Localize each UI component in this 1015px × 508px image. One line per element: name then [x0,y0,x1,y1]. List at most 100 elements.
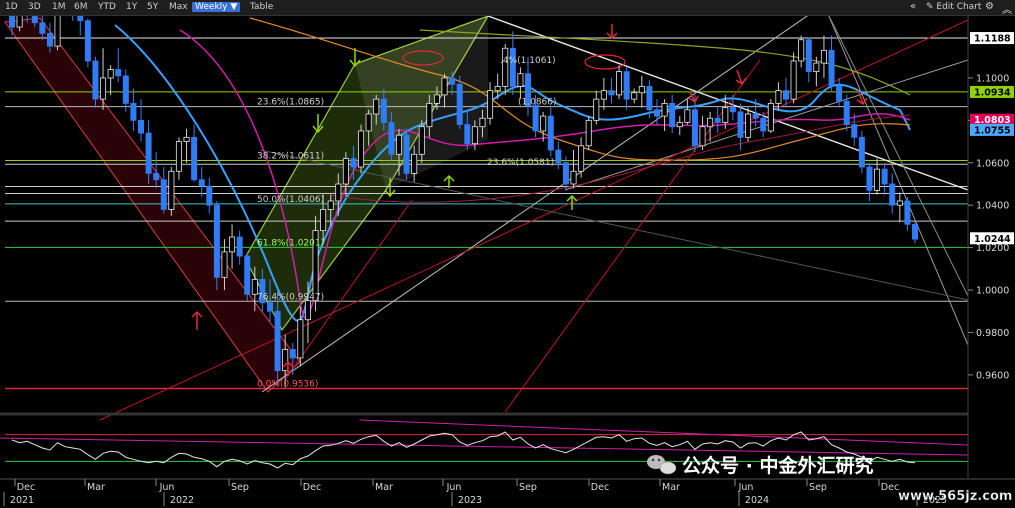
candle-down [805,39,812,72]
candle-down [669,102,676,128]
period-1d-button[interactable]: 1D [5,2,18,12]
period-6m-button[interactable]: 6M [74,2,88,12]
candle-down [623,71,630,100]
frequency-dropdown[interactable]: Weekly ▼ [192,2,241,12]
candle-up [502,47,509,87]
candle-down [881,168,888,185]
fib-label: (1.0866) [518,97,557,107]
candle-down [654,109,661,117]
candle-up [487,90,494,119]
period-max-button[interactable]: Max [169,2,188,12]
candle-down [191,136,198,181]
month-tick-label: Mar [375,482,393,493]
candle-up [433,94,440,104]
candle-down [145,132,152,174]
candle-up [168,170,175,210]
candle-down [274,310,281,372]
candle-down [92,60,99,100]
candle-up [479,117,486,128]
candle-up [221,251,228,278]
candle-down [137,119,144,134]
table-button[interactable]: Table [250,2,273,12]
candle-down [714,117,721,123]
candle-up [631,92,638,100]
fib-label: .4%(1.1061) [500,56,556,66]
candle-down [130,102,137,121]
candle-down [84,20,91,62]
fib-label: 61.8%(1.0201) [257,238,324,248]
candle-down [31,16,38,24]
candle-down [380,98,387,123]
candle-up [638,86,645,94]
candle-up [676,122,683,128]
price-tick-label: 1.0400 [976,201,1009,212]
candle-up [699,126,706,147]
candle-up [707,117,714,128]
price-tick-label: 1.0000 [976,286,1009,297]
candle-down [547,115,554,151]
candle-down [403,134,410,174]
candle-down [77,16,84,22]
edit-chart-label: Edit Chart [936,2,982,12]
candle-down [46,32,53,47]
candle-up [593,98,600,121]
candle-down [289,349,296,359]
price-chart: 23.6%(1.0865) 38.2%(1.0611) 50.0%(1.0406) 6… [0,16,1015,508]
month-tick-label: Sep [809,482,827,493]
month-tick-label: Dec [591,482,609,493]
candle-up [722,107,729,123]
candle-down [866,166,873,191]
candle-up [775,90,782,104]
candle-up [395,134,402,155]
candle-down [752,113,759,119]
candle-down [213,204,220,278]
candle-down [828,49,835,87]
candle-down [206,185,213,206]
price-tag-value: 1.1188 [974,34,1011,45]
candle-down [889,183,896,206]
candle-down [153,172,160,181]
chevron-up-icon[interactable]: ︽ [1002,1,1012,16]
month-tick-label: Jun [159,482,175,493]
candle-down [555,149,562,164]
period-5y-button[interactable]: 5Y [147,2,158,12]
candle-up [616,71,623,96]
candle-down [912,223,919,240]
candle-up [327,200,334,210]
candle-down [39,22,46,34]
period-ytd-button[interactable]: YTD [98,2,116,12]
settings-icon[interactable]: ⚙ [985,1,994,12]
candle-up [790,60,797,100]
candle-down [236,236,243,257]
year-tick-label: 2022 [170,495,194,506]
candle-down [646,86,653,111]
candle-down [464,124,471,145]
fib-label: 23.6%(1.0581) [487,158,554,168]
month-tick-label: Dec [17,482,35,493]
price-tick-label: 1.0600 [976,158,1009,169]
period-1m-button[interactable]: 1M [52,2,66,12]
price-tag-value: 1.0244 [974,234,1011,245]
period-1y-button[interactable]: 1Y [126,2,137,12]
candle-down [198,179,205,187]
candle-up [471,126,478,145]
candle-up [767,102,774,132]
candle-up [494,86,501,92]
edit-chart-button[interactable]: ✎ Edit Chart [926,2,981,12]
candle-up [297,319,304,359]
month-tick-label: Jun [446,482,462,493]
watermark-url: www.565jz.com [898,489,1012,504]
candle-up [183,136,190,142]
price-axis: 1.10001.08001.06001.04001.02001.00000.98… [967,16,1015,508]
candle-down [115,69,122,77]
candle-up [16,16,23,28]
collapse-icon[interactable]: « [910,1,916,12]
candle-up [282,349,289,372]
candle-up [441,77,448,96]
candle-up [175,141,182,172]
fib-label: 38.2%(1.0611) [257,151,324,161]
price-tag-value: 1.0755 [974,125,1011,136]
candle-up [418,126,425,155]
candle-down [737,111,744,138]
period-3d-button[interactable]: 3D [28,2,41,12]
